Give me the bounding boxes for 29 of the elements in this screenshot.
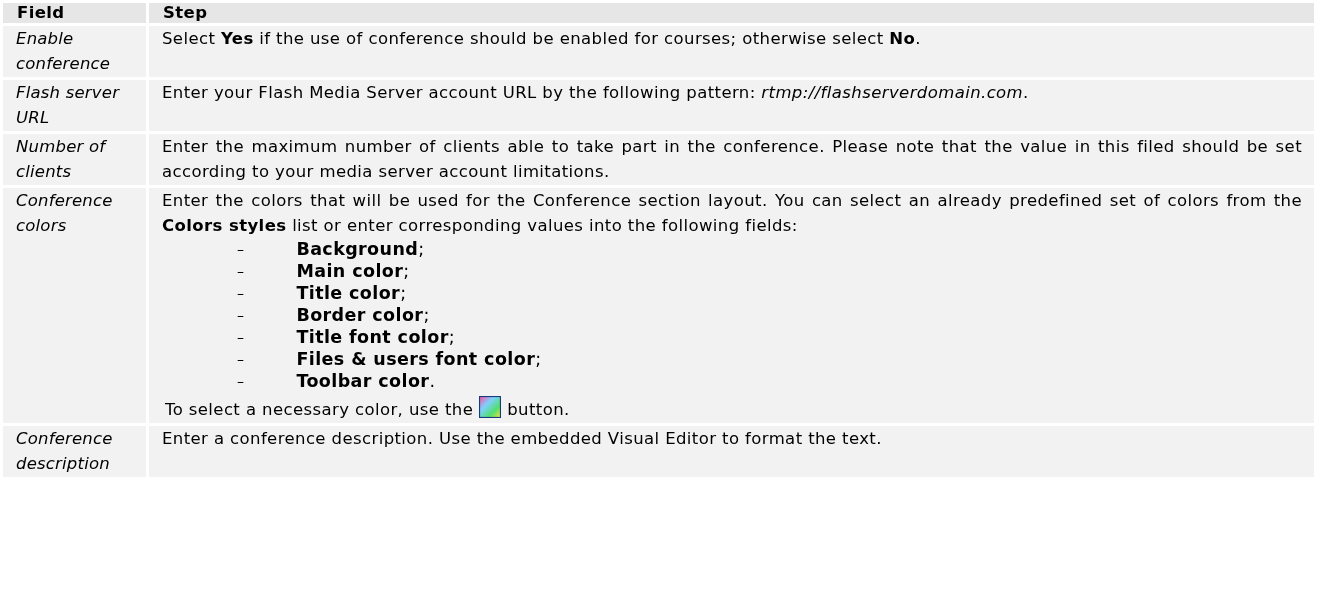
dash-bullet: – xyxy=(237,306,245,325)
color-field-name: Toolbar color. xyxy=(296,370,436,392)
dash-bullet: – xyxy=(237,262,245,281)
field-name-cell: Number of clients xyxy=(3,134,146,185)
color-field-name: Title font color; xyxy=(296,326,455,348)
column-header: Step xyxy=(149,3,1314,23)
note-text: button. xyxy=(507,399,570,421)
field-name-cell: Conference colors xyxy=(3,188,146,423)
color-field-name: Title color; xyxy=(296,282,407,304)
field-name-cell: Enable conference xyxy=(3,26,146,77)
step-text: Select Yes if the use of conference should be enabled for courses; otherwise select No. xyxy=(162,28,922,50)
dash-bullet: – xyxy=(237,328,245,347)
dash-bullet: – xyxy=(237,350,245,369)
dash-bullet: – xyxy=(237,284,245,303)
step-text: Enter your Flash Media Server account URL by the following pattern: rtmp://flashserverdomain.com. xyxy=(162,82,1030,104)
dash-bullet: – xyxy=(237,372,245,391)
field-name-cell: Flash server URL xyxy=(3,80,146,131)
color-field-name: Border color; xyxy=(296,304,430,326)
color-picker-icon xyxy=(479,396,502,418)
color-field-name: Files & users font color; xyxy=(296,348,542,370)
color-field-name: Main color; xyxy=(296,260,410,282)
color-field-name: Background; xyxy=(296,238,425,260)
step-text: Enter the colors that will be used for the Conference section layout. You can select an already predefined set of colors from the Colors styles list or enter corresponding values into the following fields: xyxy=(162,190,1302,237)
column-header: Field xyxy=(3,3,146,23)
dash-bullet: – xyxy=(237,240,245,259)
note-text: To select a necessary color, use the xyxy=(165,399,474,421)
field-name-cell: Conference description xyxy=(3,426,146,477)
step-text: Enter a conference description. Use the embedded Visual Editor to format the text. xyxy=(162,428,883,450)
step-text: Enter the maximum number of clients able to take part in the conference. Please note that the value in this filed should be set according to your media server account limitations. xyxy=(162,136,1302,183)
